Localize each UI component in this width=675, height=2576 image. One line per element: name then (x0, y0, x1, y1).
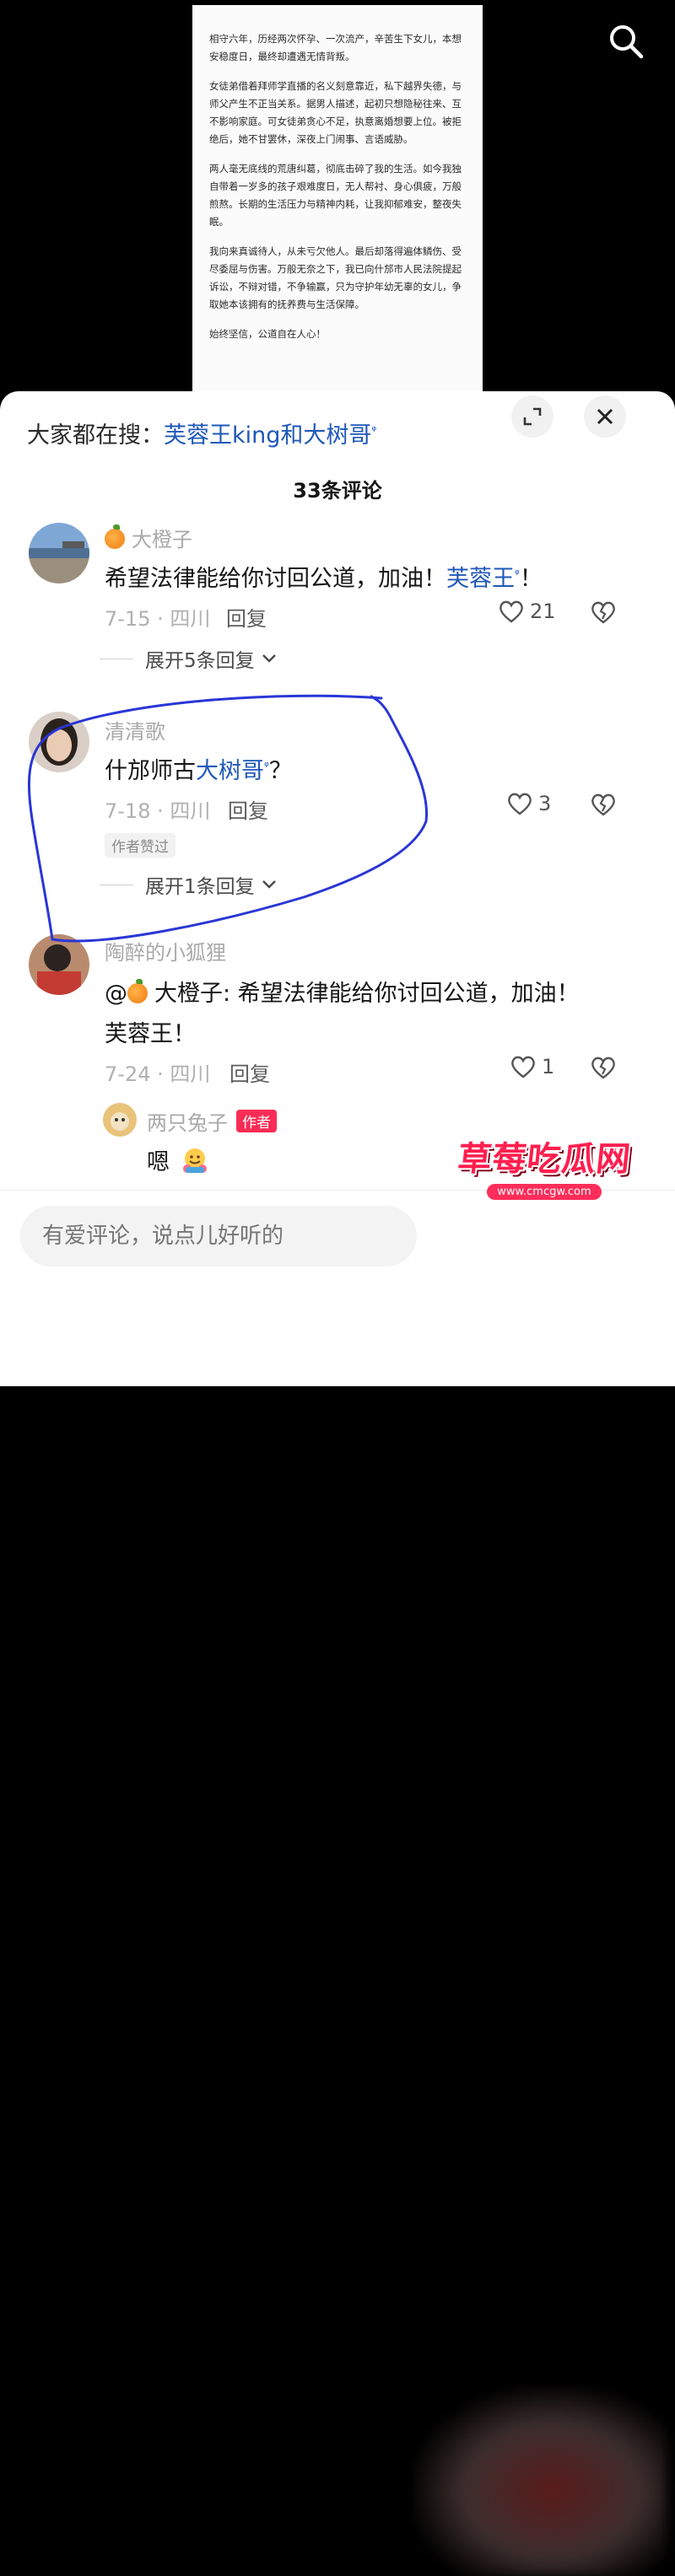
comment-date-location: 7-24 · 四川 (105, 1062, 211, 1086)
comment-username[interactable]: 陶醉的小狐狸 (105, 936, 226, 965)
reply-button[interactable]: 回复 (226, 602, 267, 632)
orange-emoji-icon (105, 524, 125, 549)
comment-username[interactable]: 大橙子 (105, 523, 192, 552)
broken-heart-icon (591, 1057, 615, 1079)
like-button[interactable]: 21 (498, 599, 556, 624)
comment-date-location: 7-15 · 四川 (105, 607, 211, 631)
heart-icon (508, 793, 532, 815)
expand-sheet-button[interactable] (511, 395, 554, 438)
comment-input[interactable] (20, 1206, 417, 1266)
like-count: 21 (530, 600, 556, 623)
chevron-down-icon (262, 654, 276, 663)
like-count: 1 (542, 1055, 555, 1078)
heart-icon (500, 600, 523, 623)
document-screenshot: 相守六年，历经两次怀孕、一次流产，辛苦生下女儿，本想安稳度日，最终却遭遇无情背叛… (192, 5, 483, 401)
avatar[interactable] (29, 934, 89, 995)
watermark-title: 草莓吃瓜网 (455, 1139, 633, 1179)
doc-paragraph: 始终坚信，公道自在人心！ (209, 328, 326, 340)
search-icon (610, 25, 644, 59)
chevron-down-icon (262, 880, 276, 889)
doc-paragraph: 女徒弟借着拜师学直播的名义刻意靠近，私下越界失德，与师父产生不正当关系。据男人描… (209, 80, 462, 145)
avatar[interactable] (29, 712, 89, 772)
author-badge: 作者 (236, 1110, 277, 1132)
hot-search-term-link[interactable]: 芙蓉王king和大树哥 (164, 422, 371, 449)
close-button[interactable] (584, 395, 626, 438)
comment-count-title: 33条评论 (293, 479, 382, 503)
comment-text-line: @ 大橙子: 希望法律能给你讨回公道，加油！ (105, 979, 580, 1007)
doc-paragraph: 相守六年，历经两次怀孕、一次流产，辛苦生下女儿，本想安稳度日，最终却遭遇无情背叛… (209, 33, 462, 62)
site-watermark: 草莓吃瓜网 www.cmcgw.com (447, 1127, 641, 1204)
reply-username[interactable]: 两只兔子 作者 (147, 1106, 277, 1136)
orange-emoji-icon (127, 979, 148, 1003)
expand-replies-button[interactable]: 展开1条回复 (100, 870, 278, 899)
avatar[interactable] (29, 523, 89, 583)
search-button[interactable] (605, 20, 647, 62)
comment-username[interactable]: 清清歌 (105, 715, 165, 745)
expand-icon (523, 407, 542, 426)
reply-text: 嗯 (147, 1143, 209, 1176)
comment-text: 希望法律能给你讨回公道，加油！芙蓉王ᵠ！ (105, 566, 543, 592)
doc-paragraph: 我向来真诚待人，从未亏欠他人。最后却落得遍体鳞伤、受尽委屈与伤害。万般无奈之下，… (209, 245, 462, 310)
dislike-button[interactable] (589, 599, 618, 629)
blurred-overlay (413, 2388, 667, 2576)
doc-paragraph: 两人毫无底线的荒唐纠葛，彻底击碎了我的生活。如今我独自带着一岁多的孩子艰难度日，… (209, 163, 462, 228)
dislike-button[interactable] (589, 1054, 618, 1084)
avatar[interactable] (103, 1103, 137, 1137)
comment-date-location: 7-18 · 四川 (105, 799, 211, 823)
like-count: 3 (538, 792, 552, 815)
watermark-url: www.cmcgw.com (487, 1183, 602, 1200)
comment-input-bar (0, 1190, 675, 2576)
heart-icon (511, 1056, 535, 1078)
author-liked-badge: 作者赞过 (105, 833, 176, 858)
broken-heart-icon (591, 601, 615, 624)
expand-replies-button[interactable]: 展开5条回复 (100, 644, 278, 673)
like-button[interactable]: 1 (510, 1054, 554, 1079)
video-area[interactable]: 相守六年，历经两次怀孕、一次流产，辛苦生下女儿，本想安稳度日，最终却遭遇无情背叛… (0, 0, 675, 401)
comment-keyword-link[interactable]: 芙蓉王 (446, 566, 515, 592)
search-small-icon: ᵠ (371, 424, 377, 438)
comment-text: 什邡师古大树哥ᵠ？ (105, 758, 292, 784)
close-icon (597, 408, 613, 425)
comment-text-line: 芙蓉王！ (105, 1021, 196, 1047)
comment-keyword-link[interactable]: 大树哥 (196, 758, 264, 784)
reply-button[interactable]: 回复 (230, 1057, 270, 1087)
hug-emoji-icon (182, 1148, 207, 1173)
dislike-button[interactable] (589, 791, 618, 821)
broken-heart-icon (591, 793, 615, 816)
hot-search-prefix: 大家都在搜： (27, 422, 164, 449)
like-button[interactable]: 3 (506, 791, 551, 816)
reply-button[interactable]: 回复 (228, 794, 268, 824)
hot-search-bar: 大家都在搜：芙蓉王king和大树哥ᵠ (27, 417, 376, 449)
